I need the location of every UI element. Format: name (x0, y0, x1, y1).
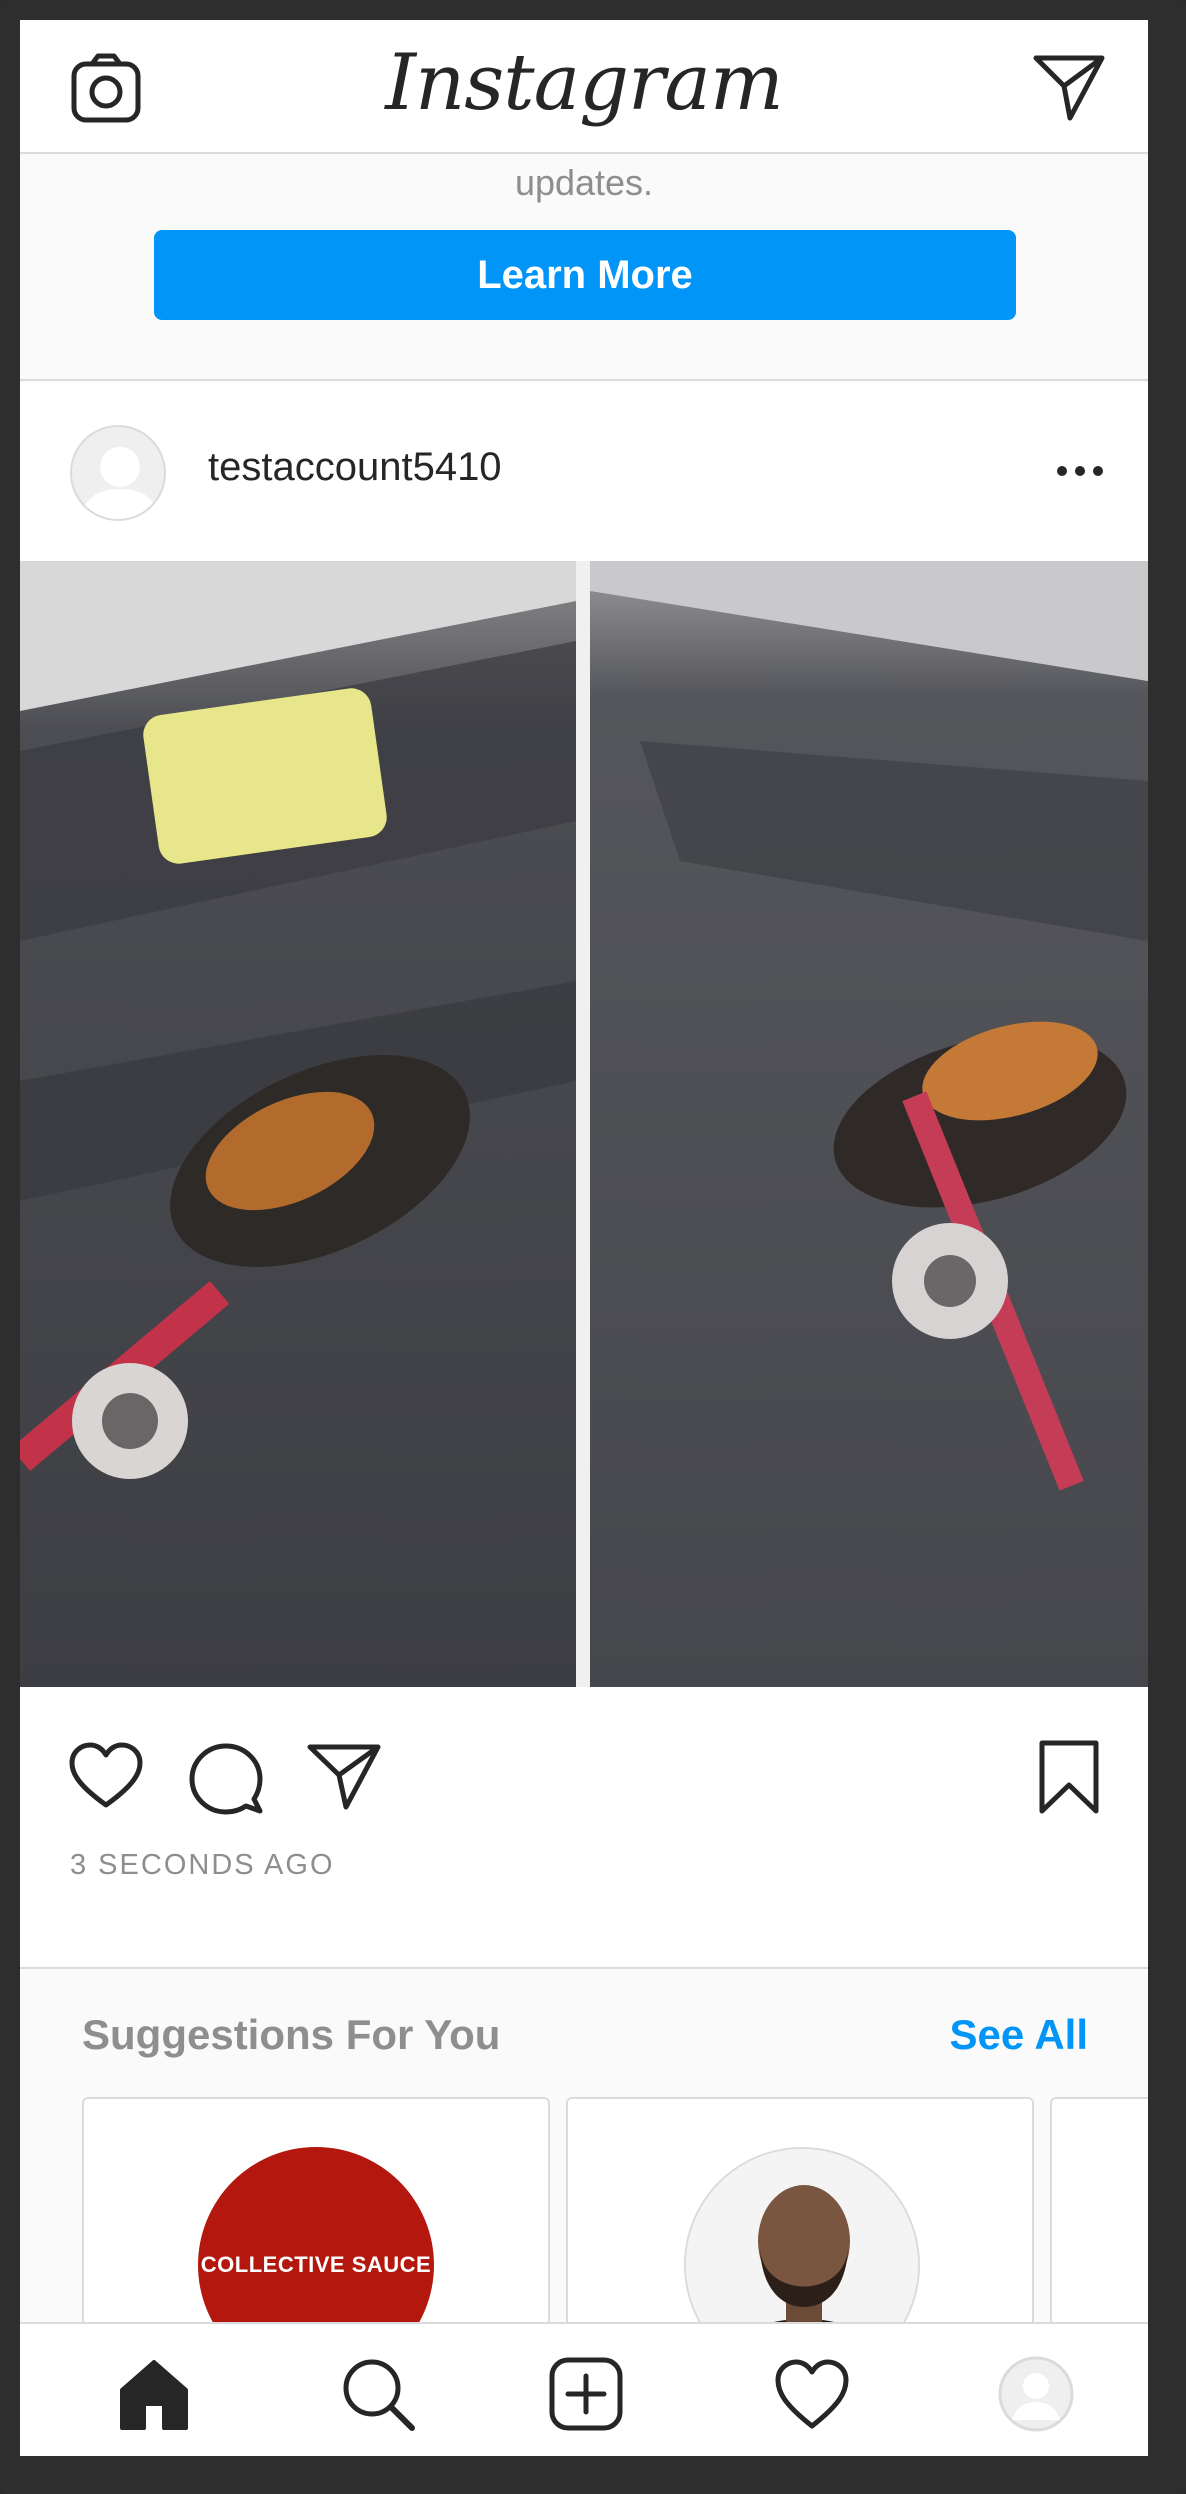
share-icon[interactable] (306, 1741, 382, 1811)
device-frame: Instagram updates. Learn More testaccoun… (0, 0, 1186, 2494)
post-username[interactable]: testaccount5410 (208, 445, 502, 490)
new-post-icon[interactable] (546, 2354, 626, 2434)
suggestions-title: Suggestions For You (82, 2011, 501, 2058)
heart-icon[interactable] (68, 1741, 144, 1811)
bookmark-icon[interactable] (1036, 1739, 1102, 1815)
post-timestamp: 3 SECONDS AGO (70, 1849, 335, 1881)
see-all-link[interactable]: See All (949, 2011, 1088, 2059)
promo-banner: updates. Learn More (20, 154, 1148, 381)
default-avatar-icon (80, 447, 160, 519)
top-bar: Instagram (20, 20, 1148, 154)
comment-icon[interactable] (188, 1741, 264, 1817)
avatar[interactable] (70, 425, 166, 521)
activity-icon[interactable] (772, 2354, 852, 2434)
feed-post: testaccount5410 3 SECONDS AGO (20, 383, 1148, 1969)
direct-message-icon[interactable] (1030, 48, 1108, 126)
promo-text: updates. (514, 162, 654, 203)
home-icon[interactable] (114, 2354, 194, 2434)
app-screen: Instagram updates. Learn More testaccoun… (20, 20, 1148, 2456)
profile-icon[interactable] (996, 2354, 1076, 2434)
bottom-tab-bar (20, 2322, 1148, 2456)
learn-more-button[interactable]: Learn More (154, 230, 1016, 320)
search-icon[interactable] (338, 2354, 418, 2434)
instagram-logo[interactable]: Instagram (20, 38, 1148, 128)
more-options-icon[interactable] (1056, 461, 1104, 481)
post-image[interactable] (20, 561, 1148, 1687)
